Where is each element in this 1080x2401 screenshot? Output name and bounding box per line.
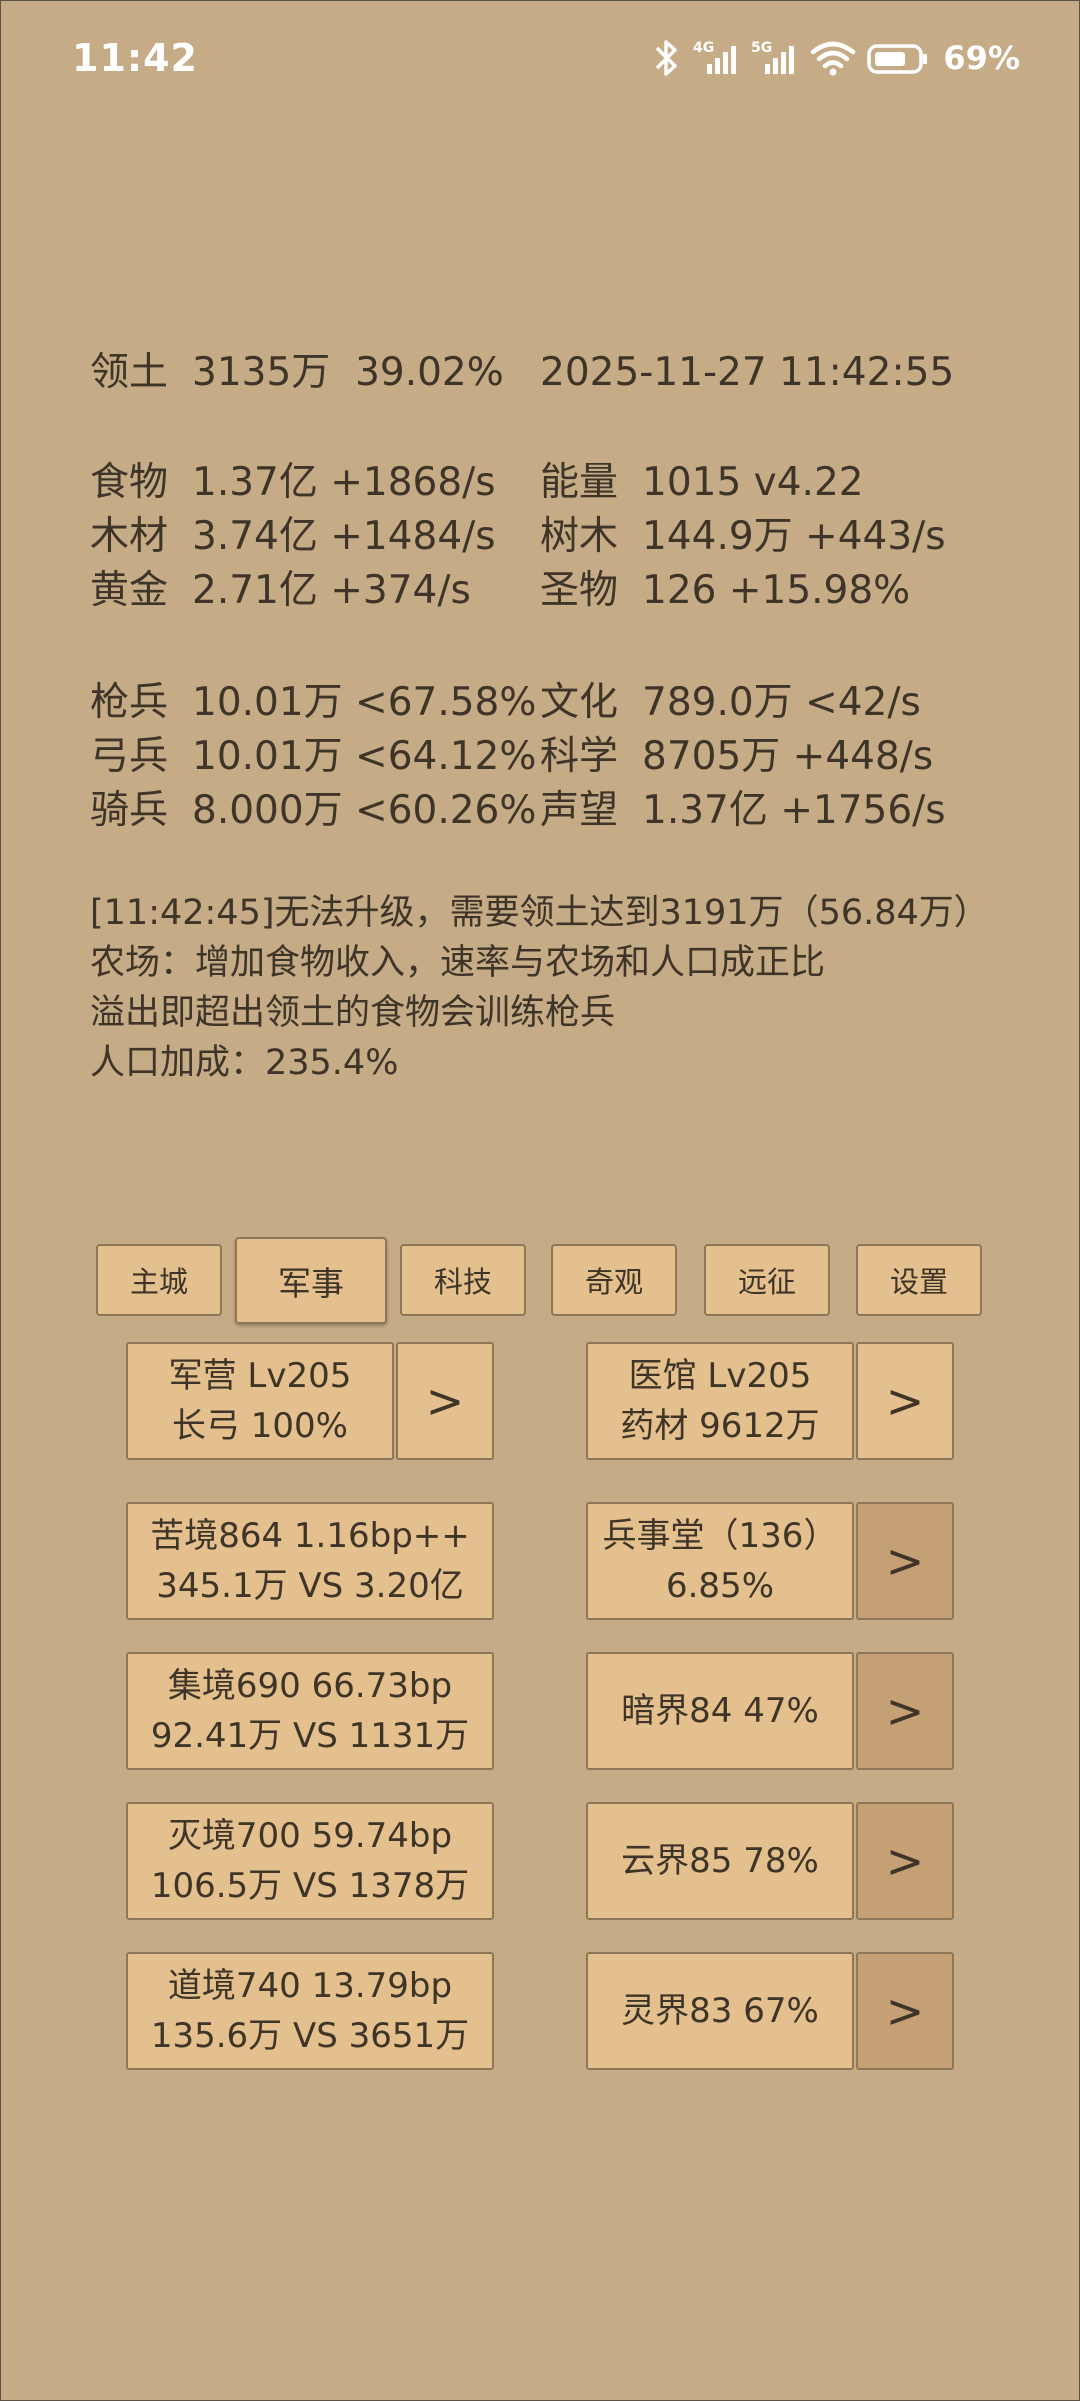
troop-row-cavalry: 骑兵 8.000万 <60.26%	[90, 784, 536, 838]
territory-row: 领土 3135万 39.02%	[90, 346, 504, 400]
status-time: 11:42	[72, 36, 198, 80]
message-line: [11:42:45]无法升级，需要领土达到3191万（56.84万）	[90, 893, 989, 933]
message-line: 溢出即超出领土的食物会训练枪兵	[90, 993, 616, 1033]
prestige-value: 1.37亿 +1756/s	[642, 788, 946, 833]
tab-military[interactable]: 军事	[235, 1237, 387, 1324]
resource-row-wood: 木材 3.74亿 +1484/s	[90, 510, 496, 564]
network-label-2: 5G	[751, 40, 772, 56]
message-line: 农场：增加食物收入，速率与农场和人口成正比	[90, 943, 826, 983]
resource-value: 144.9万 +443/s	[642, 514, 946, 559]
realm-stats: 92.41万 VS 1131万	[150, 1716, 470, 1756]
realm-title: 苦境864 1.16bp++	[150, 1516, 470, 1556]
resource-value: 3.74亿 +1484/s	[192, 514, 496, 559]
resource-row-trees: 树木 144.9万 +443/s	[540, 510, 946, 564]
troop-label: 骑兵	[90, 788, 169, 833]
troop-row-archers: 弓兵 10.01万 <64.12%	[90, 730, 536, 784]
signal-4g-icon: 4G	[693, 38, 741, 78]
realm-card-ji[interactable]: 集境690 66.73bp 92.41万 VS 1131万	[126, 1652, 494, 1770]
battery-icon	[867, 38, 929, 78]
science-row: 科学 8705万 +448/s	[540, 730, 933, 784]
troop-row-spearmen: 枪兵 10.01万 <67.58%	[90, 676, 536, 730]
bluetooth-icon	[649, 38, 683, 78]
military-hall-percent: 6.85%	[665, 1566, 774, 1606]
hospital-arrow-button[interactable]: >	[856, 1342, 954, 1460]
barracks-arrow-button[interactable]: >	[396, 1342, 494, 1460]
troop-value: 10.01万 <64.12%	[192, 734, 537, 779]
troop-value: 8.000万 <60.26%	[192, 788, 537, 833]
realm-title: 暗界84 47%	[621, 1691, 819, 1731]
tab-expedition[interactable]: 远征	[704, 1244, 830, 1316]
status-icons: 4G 5G 69%	[649, 38, 1020, 78]
message-line: 人口加成：235.4%	[90, 1043, 399, 1083]
barracks-level: 军营 Lv205	[168, 1356, 352, 1396]
realm-title: 灭境700 59.74bp	[167, 1816, 453, 1856]
resource-row-food: 食物 1.37亿 +1868/s	[90, 456, 496, 510]
territory-percent: 39.02%	[355, 350, 504, 395]
realm-title: 道境740 13.79bp	[167, 1966, 453, 2006]
resource-label: 食物	[90, 460, 169, 505]
network-label-1: 4G	[693, 40, 714, 56]
resource-label: 黄金	[90, 568, 169, 613]
prestige-row: 声望 1.37亿 +1756/s	[540, 784, 946, 838]
resource-label: 能量	[540, 460, 619, 505]
science-label: 科学	[540, 734, 619, 779]
troop-label: 枪兵	[90, 680, 169, 725]
realm-title: 集境690 66.73bp	[167, 1666, 453, 1706]
resource-value: 2.71亿 +374/s	[192, 568, 471, 613]
realm-card-ku[interactable]: 苦境864 1.16bp++ 345.1万 VS 3.20亿	[126, 1502, 494, 1620]
realm-card-an[interactable]: 暗界84 47%	[586, 1652, 854, 1770]
status-bar: 11:42 4G 5G 69%	[0, 0, 1080, 130]
realm-an-arrow-button[interactable]: >	[856, 1652, 954, 1770]
culture-label: 文化	[540, 680, 619, 725]
realm-ling-arrow-button[interactable]: >	[856, 1952, 954, 2070]
signal-5g-icon: 5G	[751, 38, 799, 78]
troop-label: 弓兵	[90, 734, 169, 779]
culture-row: 文化 789.0万 <42/s	[540, 676, 921, 730]
resource-value: 1.37亿 +1868/s	[192, 460, 496, 505]
realm-card-yun[interactable]: 云界85 78%	[586, 1802, 854, 1920]
realm-stats: 135.6万 VS 3651万	[150, 2016, 470, 2056]
resource-row-gold: 黄金 2.71亿 +374/s	[90, 564, 471, 618]
culture-value: 789.0万 <42/s	[642, 680, 921, 725]
tab-main-city[interactable]: 主城	[96, 1244, 222, 1316]
barracks-card[interactable]: 军营 Lv205 长弓 100%	[126, 1342, 394, 1460]
realm-stats: 345.1万 VS 3.20亿	[156, 1566, 464, 1606]
tab-settings[interactable]: 设置	[856, 1244, 982, 1316]
realm-title: 灵界83 67%	[621, 1991, 819, 2031]
territory-value: 3135万	[192, 350, 331, 395]
prestige-label: 声望	[540, 788, 619, 833]
resource-row-energy: 能量 1015 v4.22	[540, 456, 864, 510]
hospital-detail: 药材 9612万	[620, 1406, 820, 1446]
military-hall-card[interactable]: 兵事堂（136） 6.85%	[586, 1502, 854, 1620]
realm-card-dao[interactable]: 道境740 13.79bp 135.6万 VS 3651万	[126, 1952, 494, 2070]
military-hall-arrow-button[interactable]: >	[856, 1502, 954, 1620]
hospital-level: 医馆 Lv205	[628, 1356, 812, 1396]
resource-label: 圣物	[540, 568, 619, 613]
tab-wonders[interactable]: 奇观	[551, 1244, 677, 1316]
resource-label: 树木	[540, 514, 619, 559]
realm-card-ling[interactable]: 灵界83 67%	[586, 1952, 854, 2070]
troop-value: 10.01万 <67.58%	[192, 680, 537, 725]
territory-label: 领土	[90, 350, 169, 395]
datetime: 2025-11-27 11:42:55	[540, 350, 955, 395]
realm-yun-arrow-button[interactable]: >	[856, 1802, 954, 1920]
barracks-detail: 长弓 100%	[171, 1406, 348, 1446]
resource-row-relics: 圣物 126 +15.98%	[540, 564, 910, 618]
military-hall-title: 兵事堂（136）	[602, 1516, 838, 1556]
resource-value: 1015 v4.22	[642, 460, 864, 505]
resource-value: 126 +15.98%	[642, 568, 911, 613]
realm-card-mie[interactable]: 灭境700 59.74bp 106.5万 VS 1378万	[126, 1802, 494, 1920]
realm-title: 云界85 78%	[621, 1841, 819, 1881]
wifi-icon	[809, 38, 857, 78]
realm-stats: 106.5万 VS 1378万	[150, 1866, 470, 1906]
resource-label: 木材	[90, 514, 169, 559]
hospital-card[interactable]: 医馆 Lv205 药材 9612万	[586, 1342, 854, 1460]
tab-technology[interactable]: 科技	[400, 1244, 526, 1316]
science-value: 8705万 +448/s	[642, 734, 934, 779]
battery-percent: 69%	[943, 39, 1020, 77]
